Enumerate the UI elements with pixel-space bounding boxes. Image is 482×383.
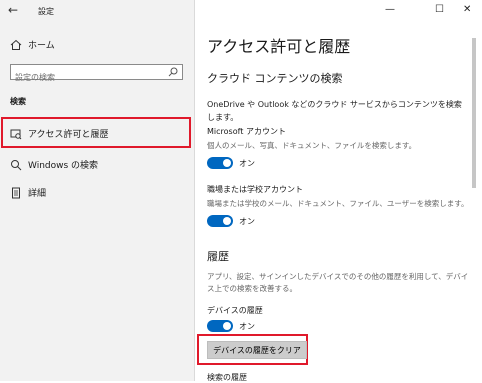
maximize-button[interactable]: ☐ (435, 4, 444, 15)
home-icon (10, 39, 22, 50)
home-label: ホーム (28, 41, 55, 51)
back-button[interactable]: ← (8, 3, 18, 17)
search-history-heading: 検索の履歴 (207, 373, 247, 382)
sidebar-item-permissions-history[interactable]: アクセス許可と履歴 (10, 127, 109, 140)
scrollbar[interactable] (472, 22, 476, 377)
settings-search[interactable] (10, 64, 183, 85)
toggle-knob (223, 322, 231, 330)
window-title: 設定 (38, 7, 54, 16)
search-icon (11, 159, 22, 170)
toggle-track[interactable] (207, 157, 233, 169)
clear-device-history-button[interactable]: デバイスの履歴をクリア (207, 341, 307, 359)
search-input[interactable] (11, 70, 165, 85)
sidebar: ← 設定 ホーム 検索 アクセス許可と履歴 Windows の検索 (0, 0, 195, 381)
toggle-state: オン (239, 216, 255, 226)
title-bar: ← 設定 (0, 0, 194, 22)
toggle-state: オン (239, 158, 255, 168)
work-account-label: 職場または学校アカウント (207, 185, 303, 194)
toggle-track[interactable] (207, 215, 233, 227)
toggle-knob (223, 159, 231, 167)
sidebar-item-details[interactable]: 詳細 (10, 186, 46, 199)
main-panel: — ☐ ✕ アクセス許可と履歴 クラウド コンテンツの検索 OneDrive や… (195, 0, 482, 382)
sidebar-item-label: アクセス許可と履歴 (28, 130, 109, 140)
section-heading: 検索 (10, 97, 26, 106)
close-button[interactable]: ✕ (463, 4, 471, 15)
device-history-toggle[interactable]: オン (207, 320, 255, 332)
work-account-description: 職場または学校のメール、ドキュメント、ファイル、ユーザーを検索します。 (207, 199, 469, 208)
lock-search-icon (10, 129, 22, 139)
ms-account-label: Microsoft アカウント (207, 127, 286, 136)
history-description: アプリ、設定、サインインしたデバイスでのその他の履歴を利用して、デバイス上での検… (207, 272, 469, 293)
cloud-heading: クラウド コンテンツの検索 (207, 72, 343, 85)
scroll-thumb[interactable] (472, 38, 476, 188)
sidebar-item-label: 詳細 (28, 189, 47, 199)
home-nav[interactable]: ホーム (10, 38, 55, 51)
sidebar-item-windows-search[interactable]: Windows の検索 (10, 158, 98, 171)
ms-account-description: 個人のメール、写真、ドキュメント、ファイルを検索します。 (207, 141, 417, 150)
history-heading: 履歴 (207, 250, 229, 263)
ms-account-toggle[interactable]: オン (207, 157, 255, 169)
cloud-description: OneDrive や Outlook などのクラウド サービスからコンテンツを検… (207, 100, 462, 122)
toggle-knob (223, 217, 231, 225)
page-title: アクセス許可と履歴 (207, 37, 351, 56)
document-icon (12, 187, 20, 198)
minimize-button[interactable]: — (385, 4, 395, 15)
toggle-track[interactable] (207, 320, 233, 332)
search-icon[interactable] (168, 67, 178, 77)
work-account-toggle[interactable]: オン (207, 215, 255, 227)
device-history-label: デバイスの履歴 (207, 306, 263, 315)
sidebar-item-label: Windows の検索 (28, 161, 99, 171)
toggle-state: オン (239, 321, 255, 331)
